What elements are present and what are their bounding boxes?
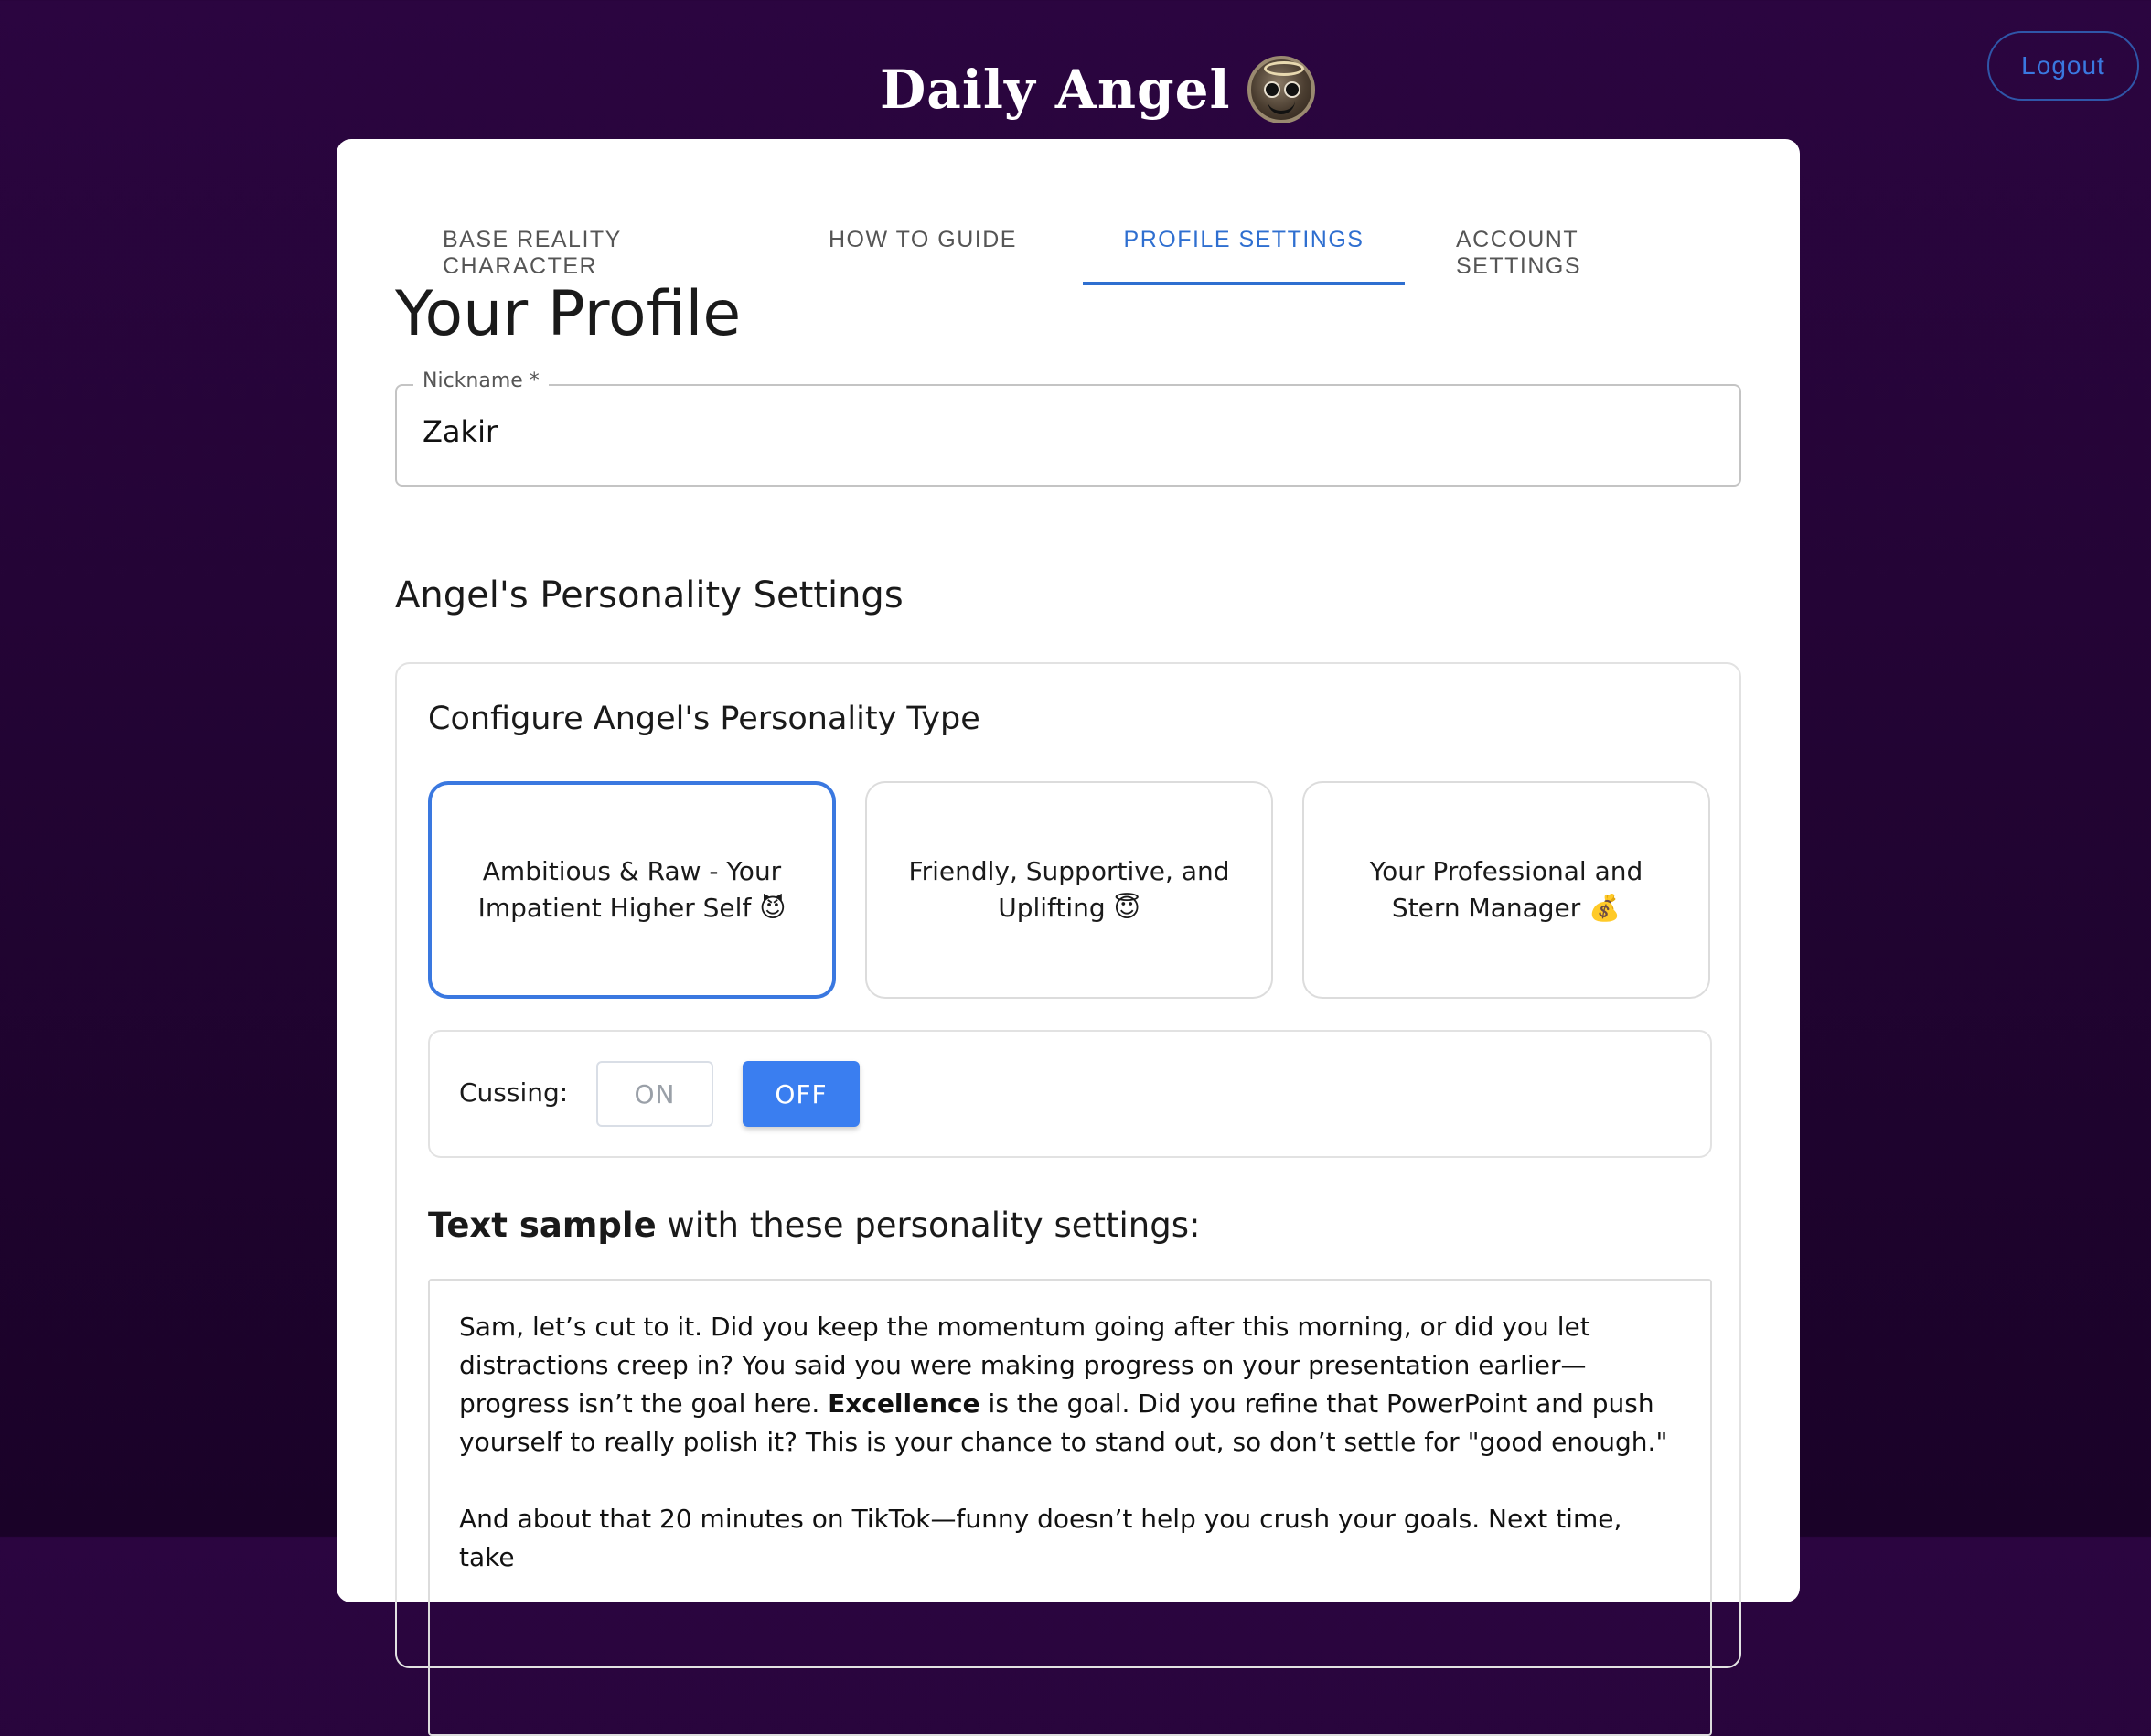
text-sample-spacer <box>459 1462 1685 1500</box>
tab-account-settings[interactable]: ACCOUNT SETTINGS <box>1456 203 1705 285</box>
tab-how-to-guide[interactable]: HOW TO GUIDE <box>827 203 1019 285</box>
personality-option-professional-stern[interactable]: Your Professional and Stern Manager 💰 <box>1302 781 1710 999</box>
personality-option-ambitious-raw[interactable]: Ambitious & Raw - Your Impatient Higher … <box>428 781 836 999</box>
cussing-off-button[interactable]: OFF <box>743 1061 860 1127</box>
angel-face-logo-icon <box>1247 56 1315 123</box>
tab-bar: BASE REALITY CHARACTER HOW TO GUIDE PROF… <box>337 203 1800 285</box>
cussing-label: Cussing: <box>459 1077 569 1108</box>
personality-option-label: Your Professional and Stern Manager 💰 <box>1369 856 1643 923</box>
brand-title: Daily Angel <box>880 59 1231 121</box>
personality-section-title: Angel's Personality Settings <box>395 574 904 616</box>
personality-panel: Configure Angel's Personality Type Ambit… <box>395 662 1741 1736</box>
text-sample-box: Sam, let’s cut to it. Did you keep the m… <box>428 1279 1712 1736</box>
text-sample-paragraph: Sam, let’s cut to it. Did you keep the m… <box>459 1308 1685 1462</box>
main-card: BASE REALITY CHARACTER HOW TO GUIDE PROF… <box>337 139 1800 1736</box>
text-sample-heading-bold: Text sample <box>428 1206 657 1245</box>
page-title: Your Profile <box>395 278 742 350</box>
cussing-on-button[interactable]: ON <box>596 1061 713 1127</box>
text-sample-bold: Excellence <box>828 1388 980 1419</box>
personality-option-label: Friendly, Supportive, and Uplifting 😇 <box>908 856 1230 923</box>
brand[interactable]: Daily Angel <box>880 53 1315 126</box>
nickname-field[interactable]: Nickname * <box>395 370 1741 487</box>
text-sample-paragraph: And about that 20 minutes on TikTok—funn… <box>459 1504 1622 1572</box>
personality-option-friendly-supportive[interactable]: Friendly, Supportive, and Uplifting 😇 <box>865 781 1273 999</box>
nickname-label: Nickname * <box>413 370 549 392</box>
personality-option-label: Ambitious & Raw - Your Impatient Higher … <box>477 856 787 923</box>
logout-button[interactable]: Logout <box>1987 31 2139 101</box>
tab-profile-settings[interactable]: PROFILE SETTINGS <box>1083 203 1405 285</box>
cussing-setting: Cussing: ON OFF <box>428 1030 1712 1158</box>
personality-panel-title: Configure Angel's Personality Type <box>428 701 980 737</box>
nickname-input[interactable] <box>421 413 1705 450</box>
app-header: Daily Angel Logout <box>0 0 2151 137</box>
text-sample-heading-rest: with these personality settings: <box>656 1206 1201 1245</box>
tab-base-reality-character[interactable]: BASE REALITY CHARACTER <box>443 203 763 285</box>
text-sample-heading: Text sample with these personality setti… <box>428 1206 1200 1245</box>
